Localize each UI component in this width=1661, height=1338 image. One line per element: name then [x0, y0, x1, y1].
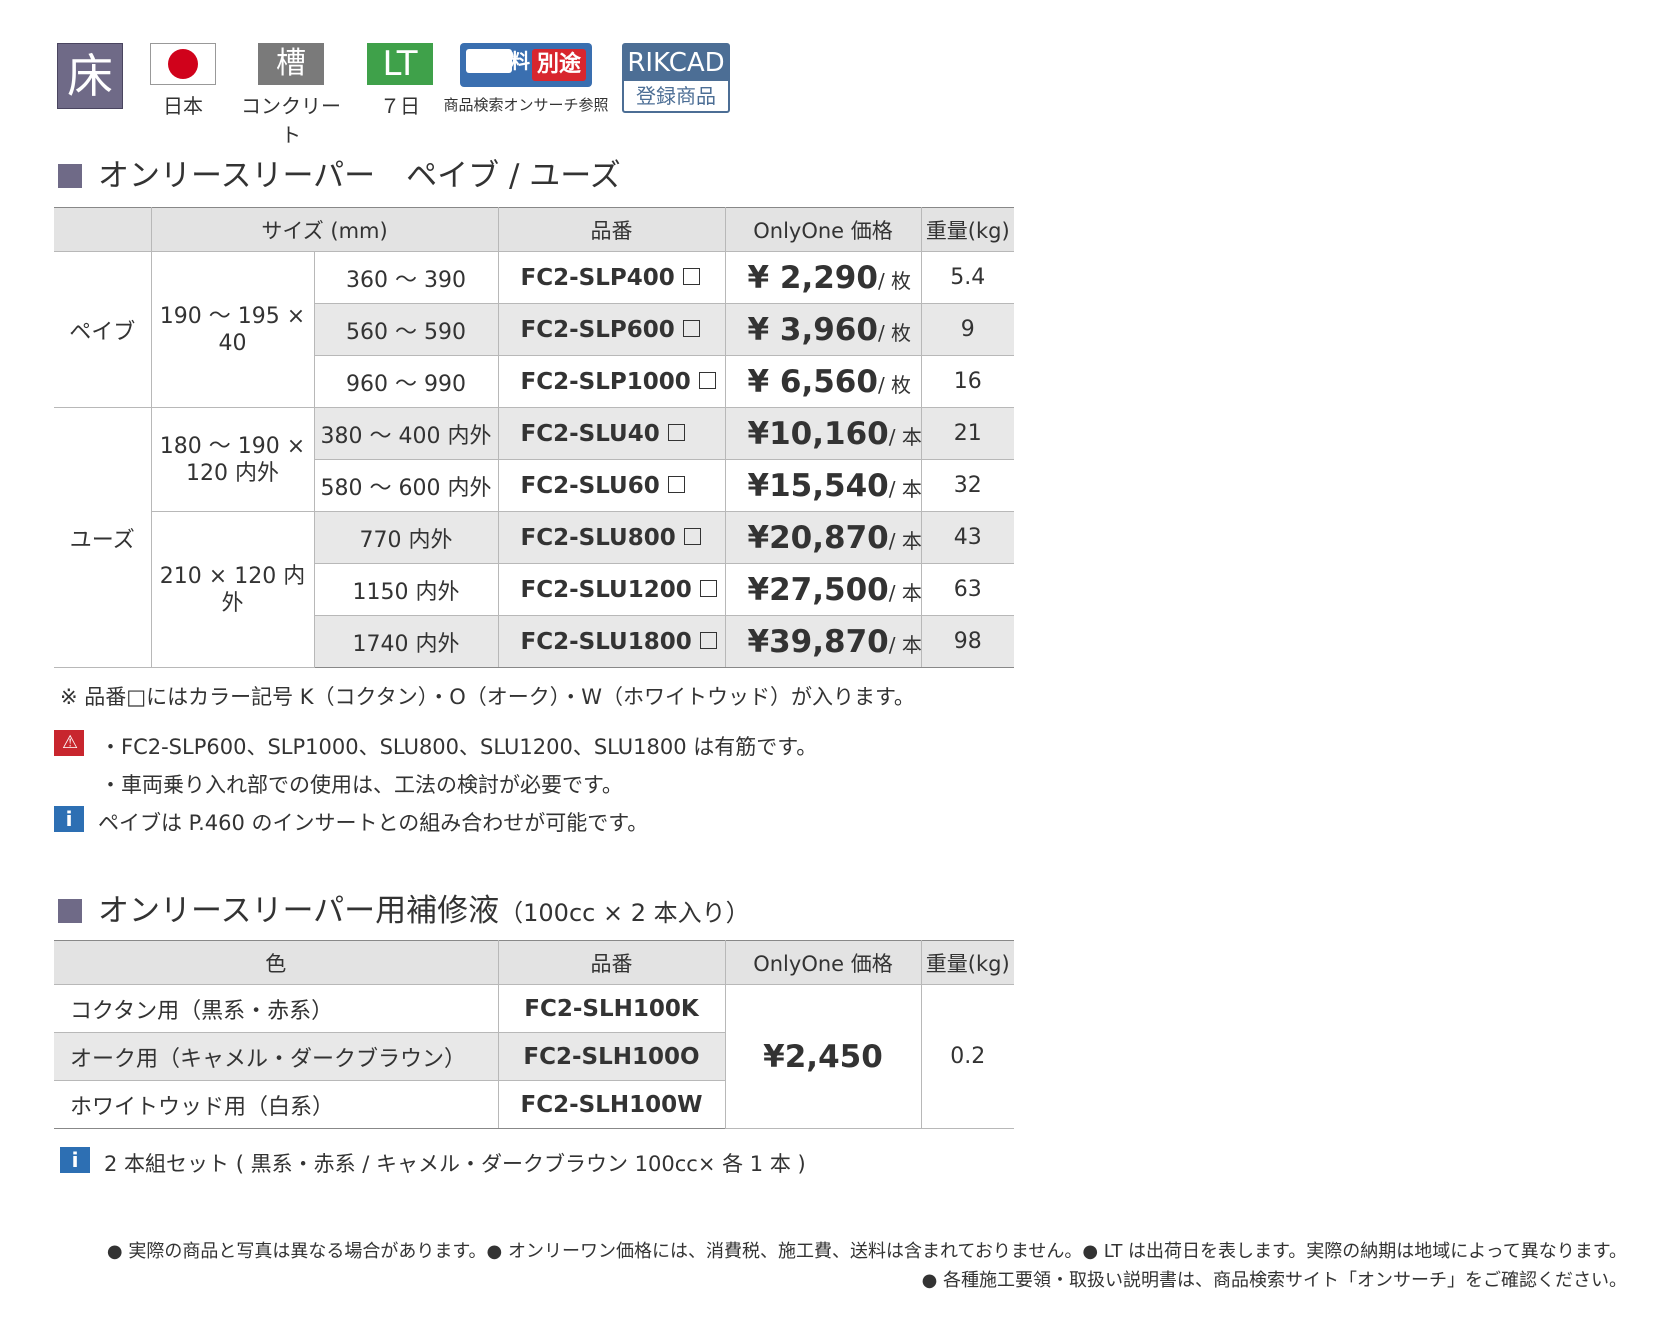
- weight-cell: 21: [920, 407, 1015, 460]
- weight-cell: 16: [920, 355, 1015, 408]
- section2-title: オンリースリーパー用補修液（100cc × 2 本入り）: [58, 885, 750, 930]
- part-number: FC2-SLU60: [497, 459, 726, 512]
- rikcad-top: RIKCAD: [624, 45, 728, 81]
- footer-line-2: ● 各種施工要領・取扱い説明書は、商品検索サイト「オンサーチ」をご確認ください。: [921, 1270, 1627, 1291]
- weight-cell: 0.2: [920, 984, 1014, 1129]
- price-cell: ¥ 6,560/ 枚: [724, 355, 922, 408]
- group-use: ユーズ: [54, 407, 152, 668]
- section-size: 180 ～ 190 × 120 内外: [150, 407, 315, 512]
- header-price: OnlyOne 価格: [724, 207, 922, 252]
- table-row: コクタン用（黒系・赤系） FC2-SLH100K ¥2,450 0.2: [54, 984, 1014, 1129]
- weight-cell: 43: [920, 511, 1015, 564]
- section-size: 210 × 120 内外: [150, 511, 315, 668]
- color-code-box-icon: [683, 527, 701, 545]
- price-cell: ¥2,450: [724, 984, 922, 1129]
- info-line: ペイブは P.460 のインサートとの組み合わせが可能です。: [98, 811, 649, 835]
- shipping-truck-icon: 送料 別途: [460, 43, 592, 87]
- color-code-box-icon: [667, 475, 685, 493]
- price-cell: ¥20,870/ 本: [724, 511, 922, 564]
- section-size: 190 ～ 195 × 40: [150, 251, 315, 408]
- header-size: サイズ (mm): [150, 207, 499, 252]
- table-row: 210 × 120 内外 770 内外 FC2-SLU800 ¥20,870/ …: [54, 511, 1015, 668]
- color-code-box-icon: [667, 423, 685, 441]
- color-code-box-icon: [698, 371, 716, 389]
- weight-cell: 32: [920, 459, 1015, 512]
- color-cell: コクタン用（黒系・赤系）: [54, 984, 499, 1033]
- shipping-label: 商品検索オンサーチ参照: [443, 96, 609, 114]
- part-number: FC2-SLU800: [497, 511, 726, 564]
- color-code-box-icon: [682, 319, 700, 337]
- weight-cell: 9: [920, 303, 1015, 356]
- group-pave: ペイブ: [54, 251, 152, 408]
- header-weight: 重量(kg): [920, 940, 1014, 985]
- lead-time-label: ７日: [380, 94, 420, 118]
- concrete-material-icon: 槽: [258, 43, 324, 85]
- header-color: 色: [54, 940, 499, 985]
- shipping-badge-right: 別途: [532, 49, 586, 81]
- color-cell: オーク用（キャメル・ダークブラウン）: [54, 1032, 499, 1081]
- color-code-box-icon: [699, 631, 717, 649]
- price-cell: ¥15,540/ 本: [724, 459, 922, 512]
- sleeper-price-table: サイズ (mm) 品番 OnlyOne 価格 重量(kg) ペイブ 190 ～ …: [54, 207, 1015, 668]
- shipping-badge-left: 送料: [490, 49, 530, 73]
- price-cell: ¥39,870/ 本: [724, 615, 922, 668]
- title-square-icon: [58, 164, 82, 188]
- length-cell: 580 ～ 600 内外: [313, 459, 499, 512]
- table-row: ペイブ 190 ～ 195 × 40 360 ～ 390 FC2-SLP400 …: [54, 251, 1015, 408]
- part-number: FC2-SLP1000: [497, 355, 726, 408]
- part-number: FC2-SLU1200: [497, 563, 726, 616]
- length-cell: 380 ～ 400 内外: [313, 407, 499, 460]
- price-cell: ¥ 3,960/ 枚: [724, 303, 922, 356]
- length-cell: 360 ～ 390: [313, 251, 499, 304]
- weight-cell: 98: [920, 615, 1015, 668]
- color-code-box-icon: [699, 579, 717, 597]
- warning-line-2: ・車両乗り入れ部での使用は、工法の検討が必要です。: [100, 773, 623, 797]
- length-cell: 1150 内外: [313, 563, 499, 616]
- header-type: [54, 207, 152, 252]
- part-number: FC2-SLH100O: [497, 1032, 726, 1081]
- repair-liquid-table: 色 品番 OnlyOne 価格 重量(kg) コクタン用（黒系・赤系） FC2-…: [54, 940, 1014, 1129]
- warning-line-1: ・FC2-SLP600、SLP1000、SLU800、SLU1200、SLU18…: [100, 735, 818, 759]
- length-cell: 560 ～ 590: [313, 303, 499, 356]
- color-code-box-icon: [682, 267, 700, 285]
- info-icon: i: [54, 806, 84, 832]
- section1-title: オンリースリーパー ペイブ / ユーズ: [58, 150, 621, 195]
- info-icon: i: [60, 1147, 90, 1173]
- color-code-note: ※ 品番□にはカラー記号 K（コクタン）・O（オーク）・W（ホワイトウッド）が入…: [60, 685, 915, 709]
- part-number: FC2-SLU1800: [497, 615, 726, 668]
- price-cell: ¥ 2,290/ 枚: [724, 251, 922, 304]
- rikcad-badge: RIKCAD 登録商品: [622, 43, 730, 113]
- lead-time-icon: LT: [367, 43, 433, 85]
- price-cell: ¥10,160/ 本: [724, 407, 922, 460]
- color-cell: ホワイトウッド用（白系）: [54, 1080, 499, 1129]
- footer-line-1: ● 実際の商品と写真は異なる場合があります。● オンリーワン価格には、消費税、施…: [106, 1241, 1627, 1262]
- rikcad-bottom: 登録商品: [636, 84, 716, 108]
- weight-cell: 63: [920, 563, 1015, 616]
- warning-icon: ⚠: [54, 730, 84, 756]
- japan-flag-icon: [150, 43, 216, 85]
- set-info-line: 2 本組セット ( 黒系・赤系 / キャメル・ダークブラウン 100cc× 各 …: [104, 1152, 806, 1176]
- header-part: 品番: [497, 940, 726, 985]
- title-square-icon: [58, 899, 82, 923]
- material-label: コンクリート: [241, 94, 341, 147]
- origin-label: 日本: [163, 94, 203, 118]
- part-number: FC2-SLP600: [497, 303, 726, 356]
- header-price: OnlyOne 価格: [724, 940, 922, 985]
- price-cell: ¥27,500/ 本: [724, 563, 922, 616]
- part-number: FC2-SLU40: [497, 407, 726, 460]
- table-row: ユーズ 180 ～ 190 × 120 内外 380 ～ 400 内外 FC2-…: [54, 407, 1015, 668]
- floor-category-icon: 床: [57, 43, 123, 109]
- length-cell: 1740 内外: [313, 615, 499, 668]
- part-number: FC2-SLH100K: [497, 984, 726, 1033]
- header-weight: 重量(kg): [920, 207, 1015, 252]
- part-number: FC2-SLH100W: [497, 1080, 726, 1129]
- weight-cell: 5.4: [920, 251, 1015, 304]
- part-number: FC2-SLP400: [497, 251, 726, 304]
- header-part: 品番: [497, 207, 726, 252]
- length-cell: 960 ～ 990: [313, 355, 499, 408]
- length-cell: 770 内外: [313, 511, 499, 564]
